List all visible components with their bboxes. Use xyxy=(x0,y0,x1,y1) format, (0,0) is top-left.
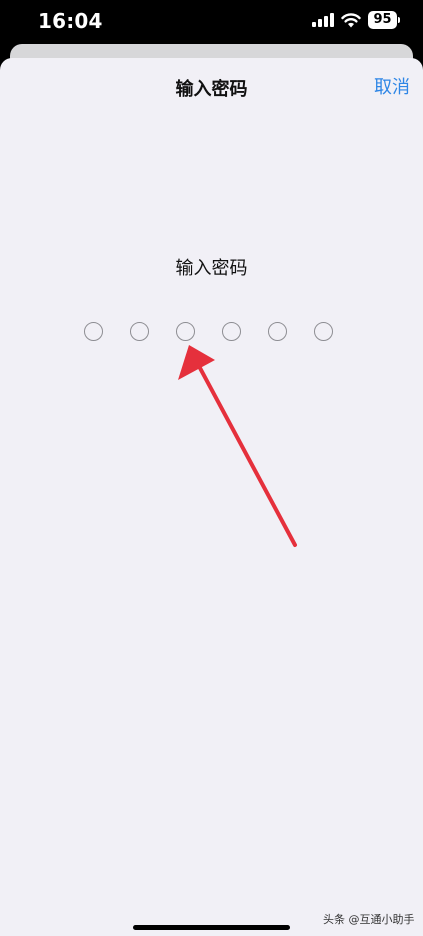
status-time: 16:04 xyxy=(38,9,103,33)
status-bar: 16:04 95 xyxy=(0,0,423,44)
passcode-dot xyxy=(130,322,149,341)
passcode-dot xyxy=(268,322,287,341)
passcode-dots[interactable] xyxy=(84,322,338,344)
cancel-button[interactable]: 取消 xyxy=(366,74,418,102)
passcode-sheet: 输入密码 取消 输入密码 xyxy=(0,58,423,936)
nav-title: 输入密码 xyxy=(175,79,248,100)
wifi-icon xyxy=(341,13,361,28)
battery-icon: 95 xyxy=(368,11,397,29)
watermark: 头条 @互通小助手 xyxy=(323,913,415,926)
passcode-dot xyxy=(222,322,241,341)
signal-icon xyxy=(312,13,334,27)
passcode-prompt: 输入密码 xyxy=(175,258,248,279)
battery-nub xyxy=(398,17,400,23)
passcode-dot xyxy=(84,322,103,341)
home-indicator xyxy=(133,925,290,930)
passcode-dot xyxy=(314,322,333,341)
passcode-dot xyxy=(176,322,195,341)
